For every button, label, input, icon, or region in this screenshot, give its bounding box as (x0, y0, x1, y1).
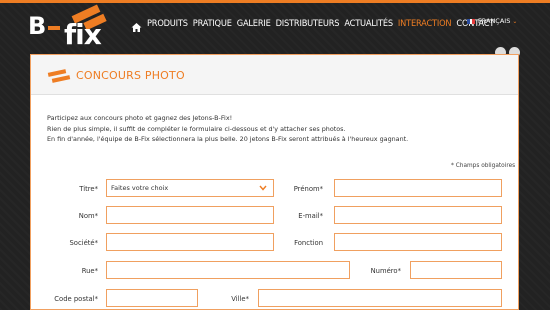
titre-select-value: Faites votre choix (111, 184, 169, 192)
page-title: CONCOURS PHOTO (76, 69, 185, 82)
intro-line: En fin d'année, l'équipe de B-Fix sélect… (47, 135, 409, 144)
logo-b: B (28, 12, 47, 40)
main-nav: PRODUITS PRATIQUE GALERIE DISTRIBUTEURS … (131, 16, 499, 32)
nav-item-pratique[interactable]: PRATIQUE (193, 18, 232, 29)
nav-item-distributeurs[interactable]: DISTRIBUTEURS (276, 18, 340, 29)
intro-line: Participez aux concours photo et gagnez … (47, 114, 233, 122)
language-selector[interactable]: FRANÇAIS ⌄ (467, 17, 517, 25)
panel-header: CONCOURS PHOTO (31, 55, 518, 95)
logo[interactable]: B fix (18, 4, 114, 56)
nav-item-actualites[interactable]: ACTUALITÉS (344, 18, 393, 29)
titre-select[interactable]: Faites votre choix (106, 179, 274, 197)
prenom-label: Prénom* (293, 185, 323, 193)
logo-fix: fix (64, 18, 102, 51)
societe-field[interactable] (106, 233, 274, 251)
language-label: FRANÇAIS (478, 17, 511, 25)
chevron-down-icon: ⌄ (512, 17, 518, 25)
titre-label: Titre* (79, 185, 98, 193)
numero-label: Numéro* (370, 267, 401, 275)
nav-item-interaction[interactable]: INTERACTION (398, 18, 452, 29)
required-note: * Champs obligatoires (451, 163, 516, 169)
code-postal-label: Code postal* (54, 295, 98, 303)
fonction-label: Fonction (294, 239, 323, 247)
french-flag-icon (467, 18, 476, 24)
email-label: E-mail* (298, 212, 323, 220)
rue-field[interactable] (106, 261, 350, 279)
nom-field[interactable] (106, 206, 274, 224)
nom-label: Nom* (78, 212, 98, 220)
email-field[interactable] (334, 206, 502, 224)
logo-dash (48, 26, 60, 30)
ville-label: Ville* (231, 295, 249, 303)
numero-field[interactable] (410, 261, 502, 279)
nav-item-galerie[interactable]: GALERIE (237, 18, 271, 29)
tools-icon (46, 68, 72, 83)
fonction-field[interactable] (334, 233, 502, 251)
rue-label: Rue* (81, 267, 98, 275)
societe-label: Société* (69, 239, 98, 247)
home-icon[interactable] (131, 18, 142, 32)
prenom-field[interactable] (334, 179, 502, 197)
ville-field[interactable] (258, 289, 502, 307)
intro-line: Rien de plus simple, il suffit de complé… (47, 124, 346, 133)
nav-item-produits[interactable]: PRODUITS (147, 18, 188, 29)
contest-panel: CONCOURS PHOTO Participez aux concours p… (30, 54, 519, 310)
intro-text: Participez aux concours photo et gagnez … (47, 113, 408, 145)
